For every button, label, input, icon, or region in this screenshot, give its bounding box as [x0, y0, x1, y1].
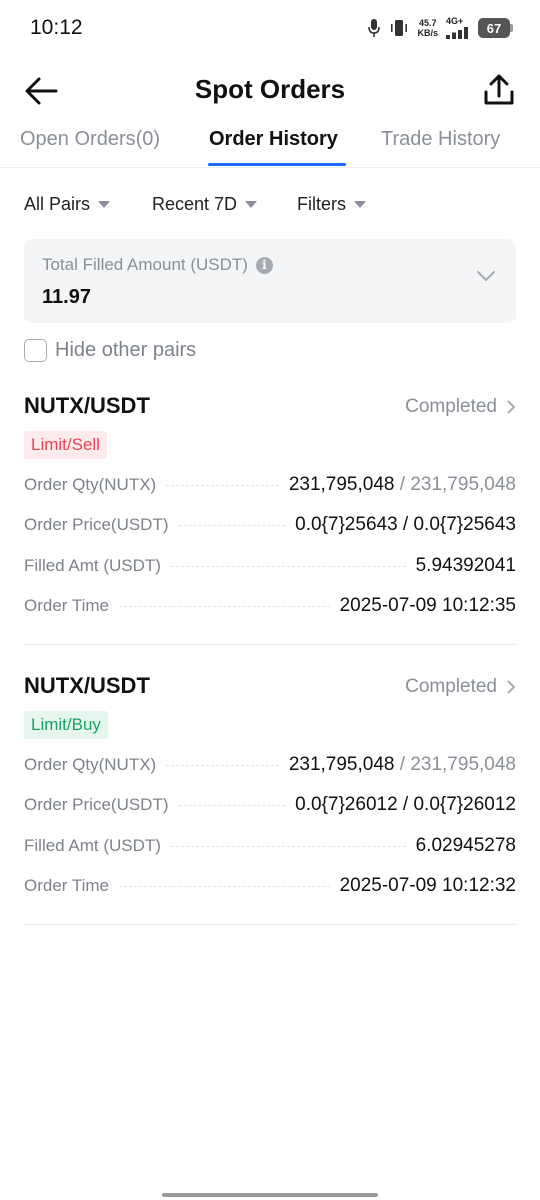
battery-level: 67 [486, 20, 502, 36]
leader-dots [119, 605, 330, 607]
leader-dots [178, 524, 286, 526]
qty-filled: 231,795,048 [288, 474, 395, 495]
qty-total: 231,795,048 [410, 754, 516, 775]
qty-separator: / [394, 474, 411, 495]
export-button[interactable] [482, 72, 516, 108]
hide-other-pairs-label: Hide other pairs [55, 338, 197, 361]
order-price-row: Order Price(USDT) 0.0{7}25643 / 0.0{7}25… [24, 512, 516, 538]
order-card[interactable]: NUTX/USDT Completed Limit/Sell Order Qty… [24, 393, 516, 645]
order-side-badge: Limit/Buy [24, 711, 108, 739]
app-header: Spot Orders [0, 66, 540, 116]
caret-down-icon [245, 201, 258, 208]
leader-dots [170, 565, 406, 567]
order-time-value: 2025-07-09 10:12:32 [339, 875, 516, 896]
period-filter-label: Recent 7D [152, 194, 238, 214]
network-type: 4G+ [446, 16, 464, 26]
filled-amt-value: 6.02945278 [415, 835, 516, 856]
order-status-link[interactable]: Completed [405, 676, 516, 698]
vibrate-icon [391, 20, 408, 36]
order-qty-value: 231,795,048 / 231,795,048 [289, 474, 516, 496]
leader-dots [119, 885, 330, 887]
order-price-value: 0.0{7}25643 / 0.0{7}25643 [295, 514, 516, 535]
total-filled-summary[interactable]: Total Filled Amount (USDT) i 11.97 [24, 239, 516, 323]
order-qty-label: Order Qty(NUTX) [24, 755, 157, 774]
tab-bar: Open Orders(0) Order History Trade Histo… [0, 124, 540, 168]
summary-label-row: Total Filled Amount (USDT) i [42, 255, 273, 275]
leader-dots [166, 484, 279, 486]
filled-amt-label: Filled Amt (USDT) [24, 836, 161, 855]
filled-amt-row: Filled Amt (USDT) 5.94392041 [24, 553, 516, 579]
status-time: 10:12 [30, 16, 83, 39]
tab-trade-history[interactable]: Trade History [381, 128, 500, 151]
order-time-value: 2025-07-09 10:12:35 [339, 595, 516, 616]
order-time-label: Order Time [24, 876, 110, 895]
qty-separator: / [394, 754, 411, 775]
order-status: Completed [405, 396, 497, 417]
summary-label: Total Filled Amount (USDT) [42, 255, 248, 274]
network-indicator: 4G+ [446, 17, 470, 39]
status-bar: 10:12 45.7 KB/s 4G+ 67 [0, 0, 540, 58]
active-tab-indicator [208, 163, 346, 166]
qty-total: 231,795,048 [410, 474, 516, 495]
filled-amt-label: Filled Amt (USDT) [24, 556, 161, 575]
hide-other-pairs-checkbox[interactable] [24, 338, 47, 362]
leader-dots [166, 764, 279, 766]
order-time-row: Order Time 2025-07-09 10:12:35 [24, 593, 516, 619]
chevron-right-icon [507, 680, 516, 694]
order-status-link[interactable]: Completed [405, 396, 516, 418]
order-price-row: Order Price(USDT) 0.0{7}26012 / 0.0{7}26… [24, 792, 516, 818]
order-time-row: Order Time 2025-07-09 10:12:32 [24, 873, 516, 899]
summary-value: 11.97 [42, 286, 91, 308]
home-indicator[interactable] [162, 1193, 378, 1197]
filled-amt-row: Filled Amt (USDT) 6.02945278 [24, 833, 516, 859]
order-side-badge: Limit/Sell [24, 431, 107, 459]
caret-down-icon [98, 201, 111, 208]
battery-icon: 67 [478, 18, 513, 38]
pairs-filter-dropdown[interactable]: All Pairs [24, 194, 111, 215]
order-price-value: 0.0{7}26012 / 0.0{7}26012 [295, 794, 516, 815]
filled-amt-value: 5.94392041 [415, 555, 516, 576]
order-qty-row: Order Qty(NUTX) 231,795,048 / 231,795,04… [24, 752, 516, 778]
filters-dropdown[interactable]: Filters [297, 194, 366, 215]
signal-icon [446, 27, 468, 39]
order-price-label: Order Price(USDT) [24, 795, 169, 814]
chevron-down-icon[interactable] [476, 269, 496, 283]
pairs-filter-label: All Pairs [24, 194, 91, 214]
caret-down-icon [354, 201, 366, 208]
order-qty-label: Order Qty(NUTX) [24, 475, 157, 494]
network-speed: 45.7 KB/s [417, 18, 438, 38]
speed-value: 45.7 [418, 18, 437, 28]
chevron-right-icon [507, 400, 516, 414]
qty-filled: 231,795,048 [288, 754, 395, 775]
order-status: Completed [405, 676, 497, 697]
info-icon[interactable]: i [255, 256, 273, 274]
order-card[interactable]: NUTX/USDT Completed Limit/Buy Order Qty(… [24, 673, 516, 925]
leader-dots [170, 845, 406, 847]
order-pair: NUTX/USDT [24, 673, 150, 698]
share-upload-icon [484, 74, 514, 105]
speed-unit: KB/s [417, 28, 438, 38]
filters-label: Filters [297, 194, 346, 214]
hide-other-pairs-toggle[interactable]: Hide other pairs [24, 337, 196, 363]
page-title: Spot Orders [194, 74, 346, 104]
order-time-label: Order Time [24, 596, 110, 615]
tab-open-orders[interactable]: Open Orders(0) [20, 128, 160, 151]
period-filter-dropdown[interactable]: Recent 7D [152, 194, 258, 215]
order-price-label: Order Price(USDT) [24, 515, 169, 534]
microphone-icon [368, 19, 381, 37]
order-pair: NUTX/USDT [24, 393, 150, 418]
status-icons: 45.7 KB/s 4G+ 67 [367, 17, 513, 39]
leader-dots [178, 804, 286, 806]
filter-bar: All Pairs Recent 7D Filters [0, 190, 540, 220]
tab-order-history[interactable]: Order History [209, 128, 338, 151]
order-qty-row: Order Qty(NUTX) 231,795,048 / 231,795,04… [24, 472, 516, 498]
order-qty-value: 231,795,048 / 231,795,048 [289, 754, 516, 776]
